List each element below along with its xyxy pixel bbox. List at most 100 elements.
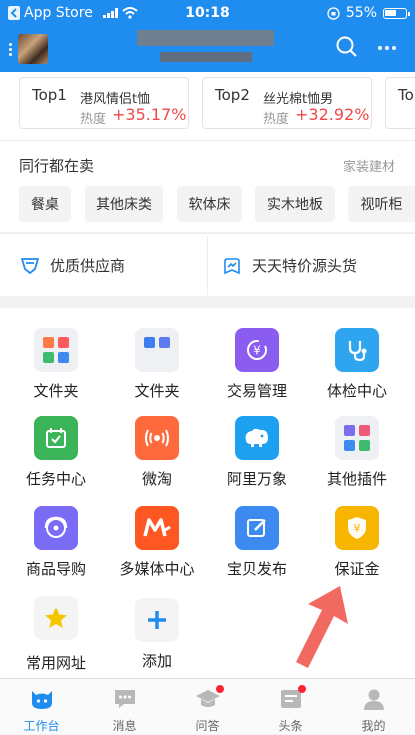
top-rank: Top2 [215,86,250,104]
tool-publish-item[interactable]: 宝贝发布 [207,506,307,579]
tab-headlines[interactable]: 头条 [249,679,332,735]
price-tag-icon [224,257,240,274]
tool-shopping-guide[interactable]: 商品导购 [6,506,106,579]
signal-icon [102,8,118,18]
top-rank: To [398,86,414,104]
shield-icon [21,257,39,274]
tool-grid: 文件夹 文件夹 ¥ 交易管理 体检中心 任务中心 微淘 阿里万象 其他插件 商品… [0,308,415,678]
deposit-shield-icon: ¥ [335,506,379,550]
heat-value: +35.17% [112,105,187,124]
profile-icon [363,689,384,710]
tab-label: 消息 [112,719,137,733]
category-label[interactable]: 家装建材 [343,156,395,175]
tab-label: 我的 [361,719,386,733]
tool-folder-2[interactable]: 文件夹 [107,328,207,401]
category-chip[interactable]: 其他床类 [85,186,163,222]
plugins-icon [335,416,379,460]
notification-dot [298,685,306,693]
message-icon [114,690,135,708]
tab-label: 问答 [195,719,220,733]
tool-label: 宝贝发布 [226,560,287,578]
tool-task-center[interactable]: 任务中心 [6,416,106,489]
app-header [0,26,415,72]
tool-label: 微淘 [141,470,172,488]
broadcast-icon [135,416,179,460]
tool-deposit[interactable]: ¥ 保证金 [307,506,407,579]
top-rank: Top1 [32,86,67,104]
tool-ali-wanxiang[interactable]: 阿里万象 [207,416,307,489]
bottom-tab-bar: 工作台 消息 问答 头条 我的 [0,678,415,734]
tab-workbench[interactable]: 工作台 [0,679,83,735]
supplier-label: 天天特价源头货 [252,257,358,275]
top-product-card[interactable]: Top1 港风情侣t恤 热度 +35.17% [19,77,189,129]
quality-supplier-link[interactable]: 优质供应商 [20,234,125,297]
plus-icon [135,598,179,642]
folder-icon [34,328,78,372]
tab-messages[interactable]: 消息 [83,679,166,735]
drawer-handle-icon[interactable] [4,42,16,56]
tool-label: 添加 [141,652,172,670]
stethoscope-icon [335,328,379,372]
heat-label: 热度 [80,112,107,127]
tool-add[interactable]: 添加 [107,598,207,671]
svg-text:¥: ¥ [253,344,261,358]
tool-label: 其他插件 [326,470,387,488]
tool-trade-management[interactable]: ¥ 交易管理 [207,328,307,401]
elephant-icon [235,416,279,460]
avatar[interactable] [18,34,48,64]
section-title: 同行都在卖 [19,157,95,175]
tool-label: 文件夹 [134,382,180,400]
back-to-app[interactable]: App Store [8,5,168,21]
wifi-icon [122,7,138,19]
supplier-label: 优质供应商 [50,257,126,275]
redacted-shop-name [137,30,274,46]
peers-selling-section: 同行都在卖 家装建材 餐桌 其他床类 软体床 实木地板 视听柜 [0,140,415,232]
edit-icon [235,506,279,550]
media-m-icon [135,506,179,550]
redacted-shop-subtitle [160,52,252,62]
tool-label: 阿里万象 [226,470,287,488]
category-chip[interactable]: 软体床 [177,186,242,222]
daily-deals-link[interactable]: 天天特价源头货 [222,234,357,297]
tool-label: 交易管理 [226,382,287,400]
tab-label: 头条 [278,719,303,733]
supplier-section: 优质供应商 天天特价源头货 [0,233,415,296]
tool-label: 常用网址 [25,654,86,672]
tool-favorite-urls[interactable]: 常用网址 [6,596,106,673]
divider [207,236,208,295]
yuan-cycle-icon: ¥ [235,328,279,372]
star-icon [34,596,78,640]
tool-label: 商品导购 [25,560,86,578]
orientation-lock-icon [327,6,340,20]
top-product-card[interactable]: To [385,77,415,129]
headset-icon [34,506,78,550]
category-chip[interactable]: 实木地板 [255,186,335,222]
tool-other-plugins[interactable]: 其他插件 [307,416,407,489]
search-icon[interactable] [336,36,358,58]
tool-label: 体检中心 [326,382,387,400]
calendar-check-icon [34,416,78,460]
status-bar: App Store 10:18 55% [0,0,415,26]
tab-qa[interactable]: 问答 [166,679,249,735]
tool-label: 任务中心 [25,470,86,488]
tool-folder-1[interactable]: 文件夹 [6,328,106,401]
heat-label: 热度 [263,112,290,127]
tool-label: 保证金 [334,560,380,578]
top-products: Top1 港风情侣t恤 热度 +35.17% Top2 丝光棉t恤男 热度 +3… [0,72,415,140]
category-chip[interactable]: 视听柜 [348,186,415,222]
notification-dot [216,685,224,693]
back-chevron-icon [8,6,20,20]
tab-profile[interactable]: 我的 [332,679,415,735]
folder-icon [135,328,179,372]
tool-health-check[interactable]: 体检中心 [307,328,407,401]
tool-media-center[interactable]: 多媒体中心 [107,506,207,579]
tool-weitao[interactable]: 微淘 [107,416,207,489]
tab-label: 工作台 [23,719,60,733]
battery-icon [383,7,410,19]
back-app-label: App Store [24,5,93,21]
top-product-card[interactable]: Top2 丝光棉t恤男 热度 +32.92% [202,77,372,129]
annotation-arrow-icon [296,586,348,668]
tool-label: 多媒体中心 [119,560,195,578]
category-chip[interactable]: 餐桌 [19,186,71,222]
more-icon[interactable] [378,46,396,50]
